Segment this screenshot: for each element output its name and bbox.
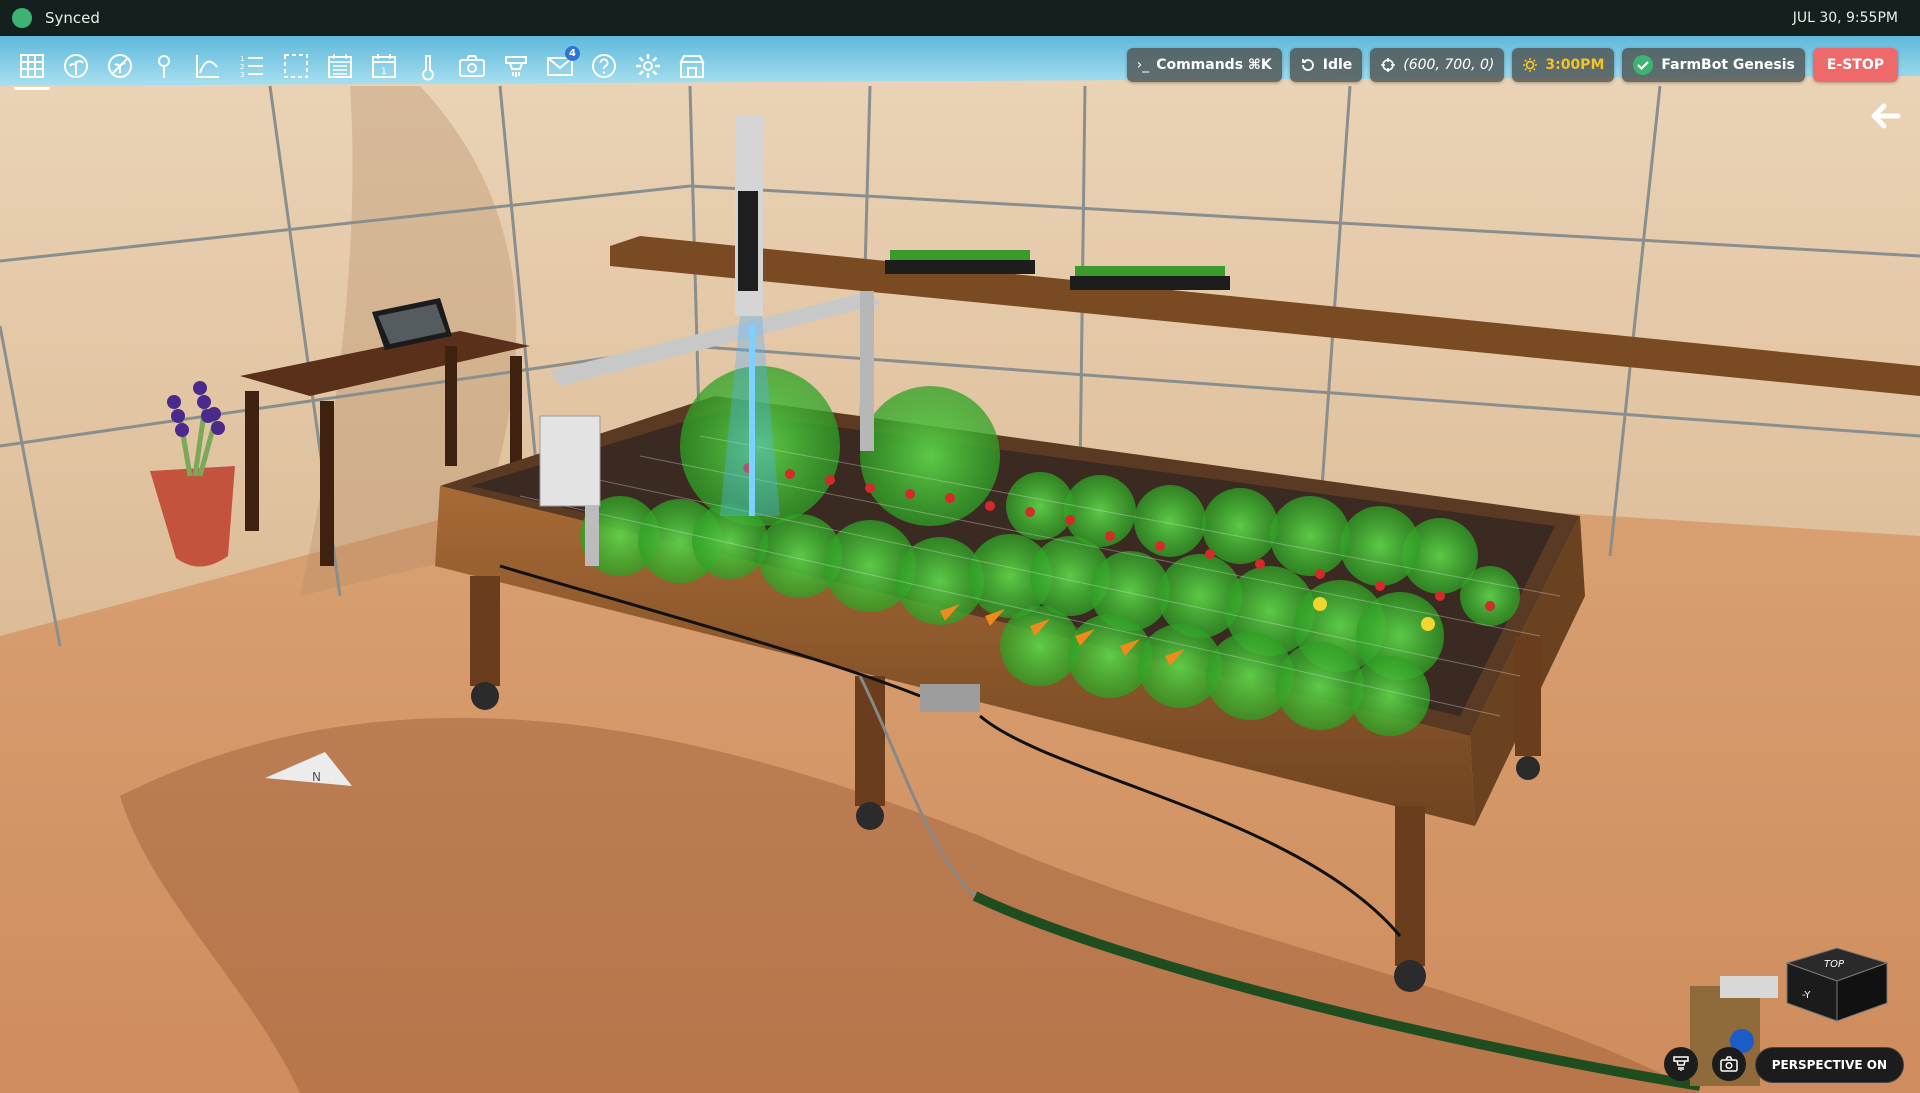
view-cube-top-label: TOP xyxy=(1824,959,1845,970)
nav-settings[interactable] xyxy=(626,44,670,88)
messages-count-badge: 4 xyxy=(565,46,580,61)
nav-curves[interactable] xyxy=(186,44,230,88)
compass-label: N xyxy=(312,770,321,784)
bot-position-button[interactable]: (600, 700, 0) xyxy=(1370,48,1505,82)
svg-text:1: 1 xyxy=(240,55,244,63)
sun-icon xyxy=(1523,58,1538,72)
top-controls: ›_ Commands ⌘K Idle (600, 700, 0) 3:00PM… xyxy=(1126,48,1898,82)
estop-button[interactable]: E-STOP xyxy=(1812,48,1898,82)
garden-3d-view[interactable]: N xyxy=(0,36,1920,1093)
svg-text:1: 1 xyxy=(381,67,387,77)
watering-nozzle-icon xyxy=(505,56,527,77)
nav-points[interactable] xyxy=(142,44,186,88)
thermometer-icon xyxy=(422,55,434,81)
calendar-list-icon xyxy=(328,54,352,78)
device-label: FarmBot Genesis xyxy=(1661,57,1795,73)
svg-text:3: 3 xyxy=(240,71,244,79)
sync-status-text: Synced xyxy=(45,9,100,27)
perspective-toggle[interactable]: PERSPECTIVE ON xyxy=(1754,1047,1904,1083)
check-circle-icon xyxy=(1633,55,1654,75)
back-arrow-icon[interactable] xyxy=(1866,96,1906,136)
map-pin-icon xyxy=(158,55,170,78)
bot-state-button[interactable]: Idle xyxy=(1289,48,1363,82)
gear-icon xyxy=(636,54,660,78)
commands-button[interactable]: ›_ Commands ⌘K xyxy=(1126,48,1282,82)
tool-view-button[interactable] xyxy=(1664,1047,1698,1081)
status-bar: Synced JUL 30, 9:55PM xyxy=(0,0,1920,36)
storefront-icon xyxy=(679,55,705,78)
nav-regimens[interactable] xyxy=(318,44,362,88)
weed-icon xyxy=(108,54,132,78)
watering-nozzle-icon xyxy=(1673,1056,1689,1071)
view-cube-front-label: -Y xyxy=(1802,990,1811,1001)
device-button[interactable]: FarmBot Genesis xyxy=(1622,48,1805,82)
leaf-icon xyxy=(64,54,88,78)
nav-photos[interactable] xyxy=(450,44,494,88)
curve-chart-icon xyxy=(196,55,219,78)
history-icon xyxy=(1301,59,1314,71)
time-button[interactable]: 3:00PM xyxy=(1512,48,1615,82)
nav-plants[interactable] xyxy=(54,44,98,88)
nav-sensors[interactable] xyxy=(406,44,450,88)
view-cube[interactable]: TOP -Y xyxy=(1782,943,1892,1023)
main-nav: 123 1 4 xyxy=(10,44,714,94)
time-label: 3:00PM xyxy=(1545,57,1605,73)
nav-events[interactable]: 1 xyxy=(362,44,406,88)
numbered-list-icon: 123 xyxy=(240,55,263,79)
calendar-icon: 1 xyxy=(372,54,396,78)
nav-help[interactable] xyxy=(582,44,626,88)
crosshair-icon xyxy=(1381,58,1396,72)
bot-state-label: Idle xyxy=(1322,57,1353,73)
help-icon xyxy=(592,54,616,78)
selection-box-icon xyxy=(284,54,308,78)
datetime: JUL 30, 9:55PM xyxy=(1792,10,1898,26)
terminal-icon: ›_ xyxy=(1136,57,1150,73)
bot-position-label: (600, 700, 0) xyxy=(1403,57,1495,73)
snapshot-button[interactable] xyxy=(1712,1047,1746,1081)
nav-groups[interactable] xyxy=(274,44,318,88)
nav-tools[interactable] xyxy=(494,44,538,88)
map-grid-icon xyxy=(20,54,44,78)
nav-shop[interactable] xyxy=(670,44,714,88)
nav-sequences[interactable]: 123 xyxy=(230,44,274,88)
sync-status-dot xyxy=(12,8,32,28)
commands-label: Commands ⌘K xyxy=(1156,57,1272,73)
nav-messages[interactable]: 4 xyxy=(538,44,582,88)
nav-map[interactable] xyxy=(10,44,54,90)
nav-weeds[interactable] xyxy=(98,44,142,88)
svg-text:2: 2 xyxy=(240,63,244,71)
camera-icon xyxy=(459,55,485,77)
camera-icon xyxy=(1720,1056,1738,1072)
